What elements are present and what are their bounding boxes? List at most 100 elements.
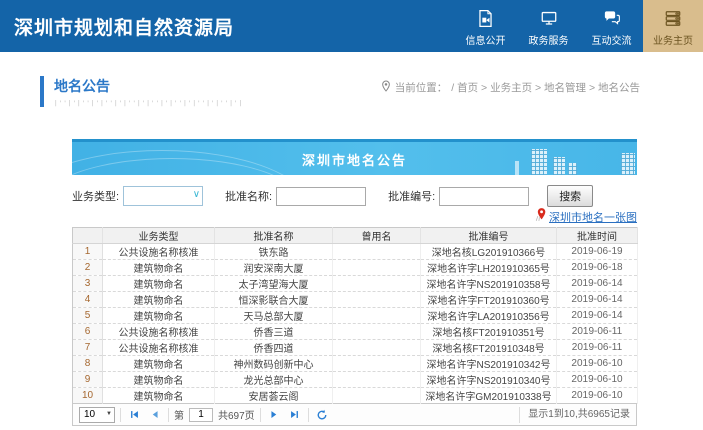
breadcrumb-path[interactable]: / 首页 > 业务主页 > 地名管理 > 地名公告 [451, 80, 640, 95]
approval-code-input[interactable] [439, 187, 529, 206]
cell-former [333, 372, 421, 388]
nav-label: 业务主页 [653, 32, 693, 47]
page-size-select[interactable]: 10 [79, 407, 115, 423]
col-header-former: 曾用名 [333, 228, 421, 244]
cell-type: 建筑物命名 [103, 372, 215, 388]
cell-date: 2019-06-11 [557, 324, 638, 340]
table-row[interactable]: 3 建筑物命名 太子湾望海大厦 深地名许字NS201910358号 2019-0… [73, 276, 638, 292]
table-row[interactable]: 4 建筑物命名 恒深影联合大厦 深地名许字FT201910360号 2019-0… [73, 292, 638, 308]
row-index: 3 [73, 276, 103, 292]
cell-type: 建筑物命名 [103, 388, 215, 404]
page-size-select-wrap: 10 ▼ [79, 407, 115, 423]
cell-type: 建筑物命名 [103, 356, 215, 372]
banner-title: 深圳市地名公告 [72, 150, 637, 169]
map-link-row: 深圳市地名一张图 [72, 209, 637, 225]
prev-page-button[interactable] [147, 407, 163, 423]
approval-name-label: 批准名称: [225, 188, 272, 204]
last-page-button[interactable] [287, 407, 303, 423]
cell-code: 深地名许字GM201910338号 [421, 388, 557, 404]
approval-code-label: 批准编号: [388, 188, 435, 204]
table-row[interactable]: 10 建筑物命名 安居荟云阁 深地名许字GM201910338号 2019-06… [73, 388, 638, 404]
breadcrumb-prefix: 当前位置： [395, 80, 448, 95]
chat-icon [602, 6, 622, 28]
cell-code: 深地名核FT201910348号 [421, 340, 557, 356]
records-summary: 显示1到10,共6965记录 [519, 407, 630, 423]
nav-item-gov-services[interactable]: 政务服务 [517, 0, 580, 52]
cell-former [333, 308, 421, 324]
cell-former [333, 244, 421, 260]
cell-former [333, 324, 421, 340]
cell-name: 太子湾望海大厦 [215, 276, 333, 292]
refresh-button[interactable] [314, 407, 330, 423]
cell-name: 神州数码创新中心 [215, 356, 333, 372]
cell-former [333, 356, 421, 372]
cell-date: 2019-06-11 [557, 340, 638, 356]
cell-code: 深地名许字NS201910358号 [421, 276, 557, 292]
cell-code: 深地名许字FT201910360号 [421, 292, 557, 308]
cell-name: 安居荟云阁 [215, 388, 333, 404]
nav-item-interaction[interactable]: 互动交流 [580, 0, 643, 52]
table-row[interactable]: 6 公共设施名称核准 侨香三道 深地名核FT201910351号 2019-06… [73, 324, 638, 340]
cell-former [333, 260, 421, 276]
col-header-code: 批准编号 [421, 228, 557, 244]
page-label-prefix: 第 [174, 407, 184, 422]
cell-type: 建筑物命名 [103, 292, 215, 308]
row-index: 9 [73, 372, 103, 388]
row-index: 5 [73, 308, 103, 324]
table-row[interactable]: 2 建筑物命名 润安深南大厦 深地名许字LH201910365号 2019-06… [73, 260, 638, 276]
row-index: 1 [73, 244, 103, 260]
cell-code: 深地名许字NS201910340号 [421, 372, 557, 388]
cell-date: 2019-06-10 [557, 356, 638, 372]
city-map-link[interactable]: 深圳市地名一张图 [549, 209, 637, 225]
breadcrumb: 当前位置： / 首页 > 业务主页 > 地名管理 > 地名公告 [381, 80, 640, 95]
table-row[interactable]: 5 建筑物命名 天马总部大厦 深地名许字LA201910356号 2019-06… [73, 308, 638, 324]
cell-name: 龙光总部中心 [215, 372, 333, 388]
business-type-select[interactable] [123, 186, 203, 206]
current-page-input[interactable] [189, 408, 213, 422]
cell-name: 铁东路 [215, 244, 333, 260]
table-row[interactable]: 1 公共设施名称核准 铁东路 深地名核LG201910366号 2019-06-… [73, 244, 638, 260]
cell-type: 建筑物命名 [103, 308, 215, 324]
nav-item-info-disclosure[interactable]: 信息公开 [454, 0, 517, 52]
cell-former [333, 340, 421, 356]
nav-item-business-home[interactable]: 业务主页 [643, 0, 703, 52]
business-type-select-wrap: ∨ [123, 186, 203, 206]
table-row[interactable]: 7 公共设施名称核准 侨香四道 深地名核FT201910348号 2019-06… [73, 340, 638, 356]
col-header-index [73, 228, 103, 244]
cell-date: 2019-06-14 [557, 292, 638, 308]
col-header-date: 批准时间 [557, 228, 638, 244]
row-index: 2 [73, 260, 103, 276]
cell-name: 恒深影联合大厦 [215, 292, 333, 308]
cell-name: 润安深南大厦 [215, 260, 333, 276]
divider [308, 408, 309, 422]
row-index: 6 [73, 324, 103, 340]
pagination-bar: 10 ▼ 第 共697页 显示1到10,共6965记录 [72, 404, 637, 426]
cell-former [333, 388, 421, 404]
nav-label: 政务服务 [529, 32, 569, 47]
business-type-label: 业务类型: [72, 188, 119, 204]
cell-type: 建筑物命名 [103, 276, 215, 292]
row-index: 4 [73, 292, 103, 308]
section-title-block: 地名公告 |''|'|''|'|''|'|''|'|''|'|''|'|''|'… [40, 76, 243, 107]
row-index: 8 [73, 356, 103, 372]
divider [168, 408, 169, 422]
announcement-table: 业务类型 批准名称 曾用名 批准编号 批准时间 1 公共设施名称核准 铁东路 深… [72, 227, 638, 404]
cell-name: 侨香四道 [215, 340, 333, 356]
top-header: 深圳市规划和自然资源局 信息公开 政务服务 互动交流 业务主页 [0, 0, 703, 52]
section-header: 地名公告 |''|'|''|'|''|'|''|'|''|'|''|'|''|'… [40, 76, 640, 107]
table-row[interactable]: 9 建筑物命名 龙光总部中心 深地名许字NS201910340号 2019-06… [73, 372, 638, 388]
nav-label: 互动交流 [592, 32, 632, 47]
cell-code: 深地名许字NS201910342号 [421, 356, 557, 372]
approval-name-input[interactable] [276, 187, 366, 206]
page-banner: 深圳市地名公告 [72, 139, 637, 175]
cell-name: 侨香三道 [215, 324, 333, 340]
search-button[interactable]: 搜索 [547, 185, 593, 207]
cell-type: 公共设施名称核准 [103, 244, 215, 260]
cell-date: 2019-06-19 [557, 244, 638, 260]
cell-name: 天马总部大厦 [215, 308, 333, 324]
table-row[interactable]: 8 建筑物命名 神州数码创新中心 深地名许字NS201910342号 2019-… [73, 356, 638, 372]
next-page-button[interactable] [266, 407, 282, 423]
map-pin-icon [534, 207, 547, 227]
first-page-button[interactable] [126, 407, 142, 423]
nav-label: 信息公开 [466, 32, 506, 47]
